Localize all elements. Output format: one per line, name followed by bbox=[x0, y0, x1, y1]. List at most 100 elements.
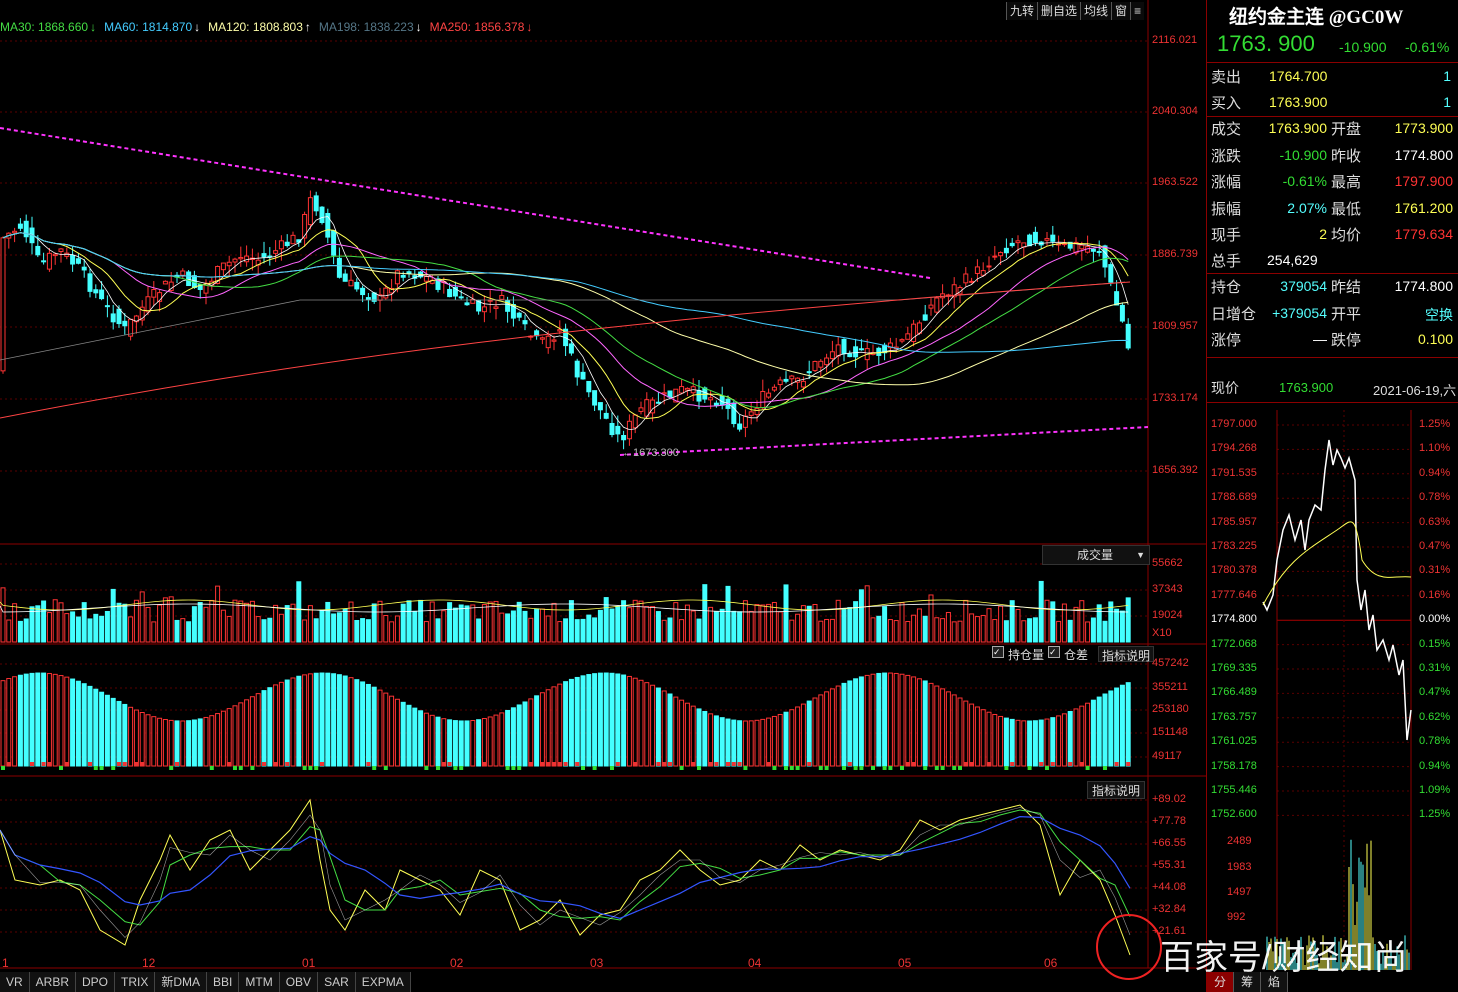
indicator-tab[interactable]: VR bbox=[0, 972, 30, 992]
candle-body bbox=[1003, 247, 1009, 254]
oi-diff-bar bbox=[93, 766, 98, 770]
indicator-tab[interactable]: TRIX bbox=[115, 972, 156, 992]
oi-bar bbox=[592, 673, 598, 767]
candle-body bbox=[963, 273, 969, 284]
price-tick: 2040.304 bbox=[1152, 105, 1198, 117]
oi-diff-bar bbox=[552, 762, 556, 766]
indicator-tab[interactable]: BBI bbox=[207, 972, 240, 992]
volume-bar bbox=[128, 616, 134, 643]
volume-bar bbox=[557, 621, 563, 643]
oi-diff-bar bbox=[134, 762, 139, 766]
toolbar-button[interactable]: 窗 bbox=[1111, 2, 1131, 20]
volume-bar bbox=[795, 613, 801, 643]
intraday-price-tick: 1766.489 bbox=[1211, 686, 1257, 699]
toolbar-button[interactable]: 均线 bbox=[1080, 2, 1112, 20]
oi-diff-bar bbox=[1045, 766, 1049, 770]
toolbar-button[interactable]: ≡ bbox=[1130, 2, 1145, 20]
checkbox-diff[interactable]: ✓ bbox=[1048, 646, 1061, 658]
oi-bar bbox=[383, 692, 389, 767]
toolbar-button[interactable]: 删自选 bbox=[1037, 2, 1081, 20]
oi-bar bbox=[655, 687, 661, 767]
oi-bar bbox=[1050, 717, 1056, 767]
volume-bar bbox=[847, 607, 853, 643]
indicator-tab[interactable]: SAR bbox=[318, 972, 356, 992]
checkbox-oi[interactable]: ✓ bbox=[992, 646, 1004, 658]
time-tick: 03 bbox=[590, 956, 604, 970]
volume-bar bbox=[551, 602, 557, 643]
candle-body bbox=[319, 206, 325, 224]
volume-bar bbox=[731, 610, 737, 643]
oi-bar bbox=[922, 680, 928, 767]
toolbar-button[interactable]: 九转 bbox=[1006, 2, 1038, 20]
oi-explain-button[interactable]: 指标说明 bbox=[1098, 646, 1155, 663]
volume-bar bbox=[609, 608, 615, 643]
main-chart-area[interactable] bbox=[0, 0, 1206, 992]
volume-bar bbox=[650, 606, 656, 643]
volume-bar bbox=[1119, 610, 1125, 643]
oi-bar bbox=[719, 717, 725, 767]
quote-value: 1774.800 bbox=[1394, 278, 1453, 294]
oi-diff-bar bbox=[441, 762, 446, 766]
osc-explain-button[interactable]: 指标说明 bbox=[1087, 781, 1146, 799]
indicator-tab[interactable]: MTM bbox=[239, 972, 280, 992]
quote-label: 均价 bbox=[1331, 227, 1362, 244]
intraday-price-tick: 1791.535 bbox=[1211, 466, 1257, 479]
volume-bar bbox=[638, 600, 644, 643]
intraday-pct-tick: 0.47% bbox=[1419, 686, 1451, 699]
ma-legend-item: MA60: 1814.870 bbox=[104, 20, 193, 34]
oi-tick: 49117 bbox=[1152, 750, 1182, 762]
volume-bar bbox=[244, 602, 250, 643]
oi-diff-bar bbox=[824, 766, 829, 770]
candle-body bbox=[516, 312, 522, 318]
oi-bar bbox=[1038, 719, 1044, 767]
oi-bar bbox=[249, 696, 255, 767]
oi-bar bbox=[528, 698, 534, 767]
candle-body bbox=[348, 279, 354, 287]
candle-body bbox=[1096, 250, 1102, 253]
oi-bar bbox=[499, 712, 505, 767]
volume-bar bbox=[458, 604, 464, 643]
candle-body bbox=[824, 357, 830, 366]
indicator-tab[interactable]: EXPMA bbox=[355, 972, 411, 992]
volume-bar bbox=[905, 620, 911, 643]
oi-bar bbox=[1090, 699, 1096, 767]
volume-bar bbox=[481, 604, 487, 643]
oi-diff-bar bbox=[6, 762, 11, 766]
quote-value: 1774.800 bbox=[1394, 146, 1453, 163]
price-tick: 1656.392 bbox=[1152, 464, 1198, 476]
oi-bar bbox=[951, 694, 957, 767]
quote-row: 持仓 379054 昨结 1774.800 bbox=[1207, 276, 1458, 302]
indicator-tab[interactable]: OBV bbox=[279, 972, 319, 992]
volume-indicator-select[interactable]: 成交量 ▼ bbox=[1042, 545, 1150, 565]
intraday-vol-tick: 992 bbox=[1227, 911, 1246, 923]
candle-body bbox=[853, 346, 859, 358]
indicator-tab[interactable]: DPO bbox=[76, 972, 116, 992]
volume-bar bbox=[673, 602, 679, 643]
volume-bar bbox=[725, 585, 731, 643]
oi-bar bbox=[168, 719, 174, 767]
quote-label: 涨幅 bbox=[1211, 174, 1242, 191]
oi-diff-bar bbox=[366, 762, 371, 766]
oi-bar bbox=[1009, 718, 1015, 767]
quote-row: 现手 2 均价 1779.634 bbox=[1207, 224, 1458, 250]
oi-bar bbox=[302, 674, 308, 767]
price-change: -10.900 bbox=[1339, 39, 1387, 55]
oi-bar bbox=[1003, 717, 1009, 767]
volume-bar bbox=[290, 603, 296, 643]
oi-diff-bar bbox=[557, 762, 562, 766]
volume-bar bbox=[23, 618, 29, 643]
instrument-title: 纽约金主连 @GC0W bbox=[1229, 7, 1404, 28]
quote-value: -0.61% bbox=[1282, 173, 1327, 189]
volume-bar bbox=[980, 614, 986, 643]
volume-bar bbox=[1085, 621, 1091, 643]
oi-bar bbox=[58, 675, 64, 767]
oi-bar bbox=[505, 709, 511, 767]
oi-bar bbox=[661, 690, 667, 767]
oi-bar bbox=[29, 672, 35, 767]
volume-bar bbox=[957, 620, 963, 643]
oi-bar bbox=[17, 674, 23, 767]
candle-body bbox=[278, 240, 284, 250]
oi-diff-bar bbox=[847, 762, 852, 766]
indicator-tab[interactable]: ARBR bbox=[29, 972, 77, 992]
indicator-tab[interactable]: 新DMA bbox=[155, 972, 208, 992]
